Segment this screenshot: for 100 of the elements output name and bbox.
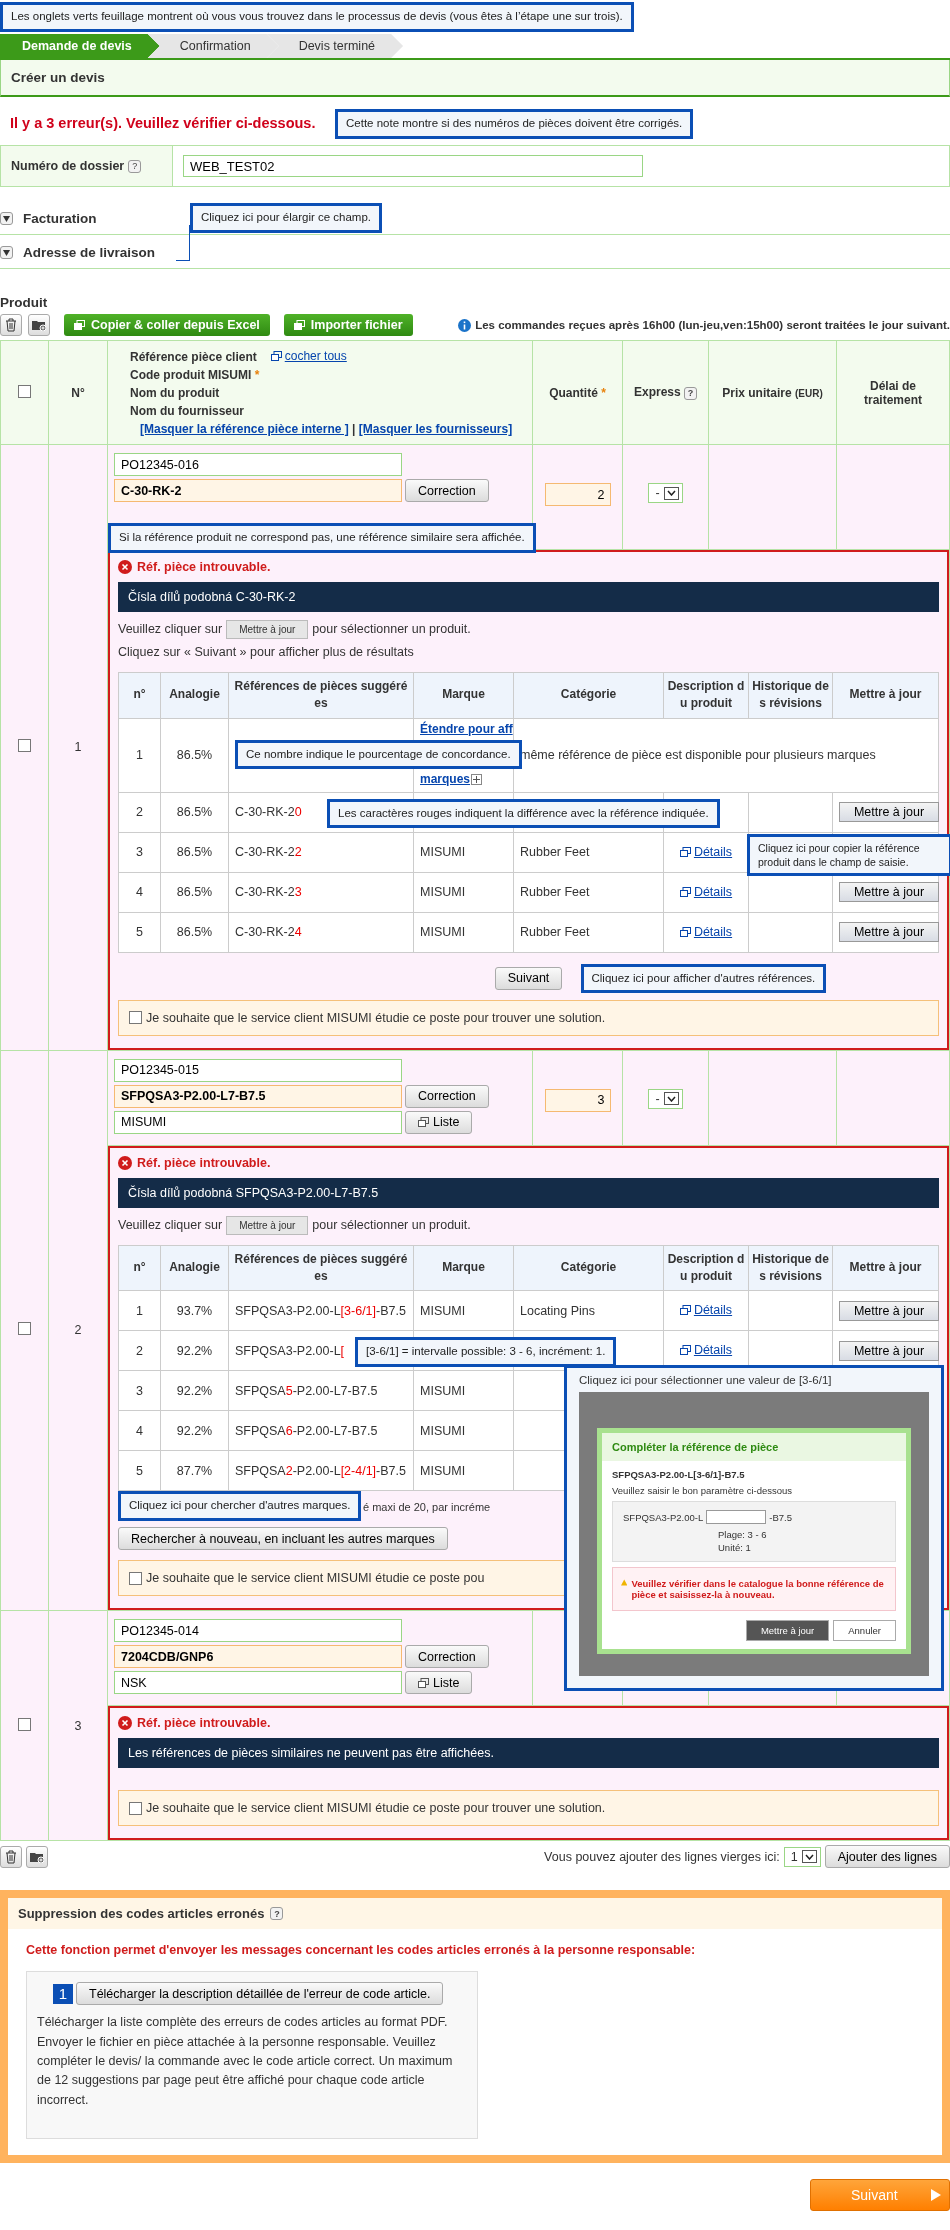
list-button[interactable]: Liste: [405, 1110, 473, 1134]
column-header: Délai de traitement: [836, 340, 950, 445]
customer-reference-field[interactable]: PO12345-015: [114, 1058, 402, 1082]
correction-button[interactable]: Correction: [405, 479, 489, 502]
section-toggle[interactable]: Facturation: [23, 211, 97, 226]
checkbox[interactable]: [18, 739, 31, 753]
checkbox[interactable]: [18, 1717, 31, 1731]
folder-add-icon[interactable]: [26, 1845, 48, 1868]
part-number: SFPQSA6-P2.00-L7-B7.5: [235, 1423, 378, 1438]
table-cell: 86.5%: [160, 792, 229, 833]
window-icon: [418, 1677, 429, 1688]
help-icon[interactable]: ?: [270, 1907, 284, 1921]
window-icon: [679, 1305, 691, 1316]
required-marker: *: [600, 385, 606, 400]
step-number: 1: [53, 1983, 73, 2004]
brand-text: MISUMI: [420, 1383, 466, 1398]
column-header: Analogie: [160, 1245, 229, 1291]
customer-reference-field[interactable]: PO12345-014: [114, 1619, 402, 1643]
checkbox[interactable]: [129, 1011, 142, 1025]
similar-parts-header: Les références de pièces similaires ne peuvent pas être affichées.: [118, 1738, 939, 1769]
category-text: Locating Pins: [520, 1303, 596, 1318]
column-header: Catégorie: [513, 1245, 664, 1291]
update-button[interactable]: Mettre à jour: [839, 882, 939, 903]
section-title: Produit: [0, 295, 49, 310]
hide-reference-link[interactable]: [Masquer la référence pièce interne ]: [140, 422, 349, 436]
part-number: C-30-RK-23: [235, 885, 302, 900]
product-code-field[interactable]: C-30-RK-2: [114, 479, 402, 502]
caret-icon: [663, 486, 679, 500]
error-icon: [118, 1716, 132, 1731]
customer-reference-field[interactable]: PO12345-016: [114, 453, 402, 476]
update-button[interactable]: Mettre à jour: [839, 922, 939, 943]
step-tab[interactable]: Confirmation: [147, 34, 279, 58]
express-select[interactable]: -: [648, 1088, 683, 1109]
table-cell: 92.2%: [160, 1330, 229, 1371]
supplier-field[interactable]: MISUMI: [114, 1110, 402, 1134]
quantity-field[interactable]: 2: [544, 483, 611, 506]
table-cell: 3: [118, 832, 161, 873]
section-toggle[interactable]: Adresse de livraison: [23, 245, 156, 260]
folder-add-icon[interactable]: [28, 314, 50, 336]
checkbox[interactable]: [18, 1322, 31, 1336]
download-button[interactable]: Télécharger la description détaillée de l'erreur de code article.: [76, 1982, 444, 2006]
list-button[interactable]: Liste: [405, 1671, 473, 1695]
part-number: SFPQSA3-P2.00-L[: [235, 1343, 345, 1358]
trash-icon[interactable]: [0, 1845, 22, 1868]
dialog-title: Compléter la référence de pièce: [602, 1433, 906, 1462]
panel-title: Suppression des codes articles erronés: [18, 1906, 265, 1922]
correction-button[interactable]: Correction: [405, 1084, 489, 1108]
checkbox[interactable]: [129, 1801, 142, 1815]
update-button[interactable]: Mettre à jour: [839, 802, 939, 823]
table-cell: 2: [118, 792, 161, 833]
search-again-button[interactable]: Rechercher à nouveau, en incluant les autres marques: [118, 1527, 448, 1551]
instruction-text: pour sélectionner un produit.: [312, 621, 471, 639]
error-icon: [118, 1155, 132, 1170]
update-button[interactable]: Mettre à jour: [839, 1340, 939, 1361]
correction-button[interactable]: Correction: [405, 1645, 489, 1669]
trash-icon[interactable]: [0, 314, 22, 336]
column-header: Historique des révisions: [748, 672, 833, 719]
expand-link[interactable]: Étendre pour aff: [420, 721, 513, 736]
limit-note: é maxi de 20, par incréme: [363, 1501, 491, 1514]
column-header: Analogie: [160, 672, 229, 719]
table-cell: 86.5%: [160, 872, 229, 913]
input-field[interactable]: [706, 1510, 767, 1525]
quantity-field[interactable]: 3: [544, 1088, 611, 1112]
step-tab[interactable]: Demande de devis: [0, 34, 160, 58]
next-button[interactable]: Suivant: [494, 966, 563, 990]
check-all-link[interactable]: cocher tous: [270, 347, 347, 365]
row-number: 2: [74, 1323, 82, 1338]
callout-note: Cette note montre si des numéros de pièces doivent être corrigés.: [335, 109, 694, 139]
supplier-field[interactable]: NSK: [114, 1671, 402, 1695]
hide-suppliers-link[interactable]: [Masquer les fournisseurs]: [358, 422, 513, 436]
column-header: Express: [633, 385, 681, 400]
update-button[interactable]: Mettre à jour: [226, 1215, 309, 1235]
cancel-button[interactable]: Annuler: [833, 1620, 896, 1642]
expand-icon[interactable]: [0, 246, 13, 259]
column-header: Historique des révisions: [748, 1245, 833, 1291]
update-button[interactable]: Mettre à jour: [839, 1300, 939, 1321]
update-button[interactable]: Mettre à jour: [226, 620, 309, 639]
row-number: 3: [74, 1718, 82, 1733]
request-text: Je souhaite que le service client MISUMI étudie ce poste pour trouver une solution.: [146, 1801, 606, 1816]
update-button[interactable]: Mettre à jour: [745, 1620, 830, 1642]
product-code-field[interactable]: SFPQSA3-P2.00-L7-B7.5: [114, 1084, 402, 1108]
column-header: Catégorie: [513, 672, 664, 719]
help-icon[interactable]: ?: [684, 386, 697, 400]
help-icon[interactable]: ?: [128, 159, 142, 173]
instruction-text: Veuillez cliquer sur: [118, 1216, 223, 1234]
express-select[interactable]: -: [648, 483, 683, 503]
product-code-field[interactable]: 7204CDB/GNP6: [114, 1645, 402, 1669]
add-lines-button[interactable]: Ajouter des lignes: [824, 1845, 950, 1869]
instruction-text: pour sélectionner un produit.: [312, 1216, 471, 1234]
checkbox[interactable]: [129, 1571, 142, 1585]
expand-link[interactable]: marques: [420, 771, 483, 786]
request-text: Je souhaite que le service client MISUMI étudie ce poste pour trouver une solution.: [146, 1010, 606, 1025]
input-field[interactable]: WEB_TEST02: [183, 155, 643, 177]
column-header: Nom du produit: [130, 386, 220, 400]
step-tab[interactable]: Devis terminé: [266, 34, 404, 58]
line-count-select[interactable]: 1: [783, 1846, 821, 1867]
column-header: Références de pièces suggérées: [228, 672, 414, 719]
expand-icon[interactable]: [0, 212, 13, 225]
select-all-checkbox[interactable]: [18, 384, 31, 398]
table-cell: 2: [118, 1330, 161, 1371]
